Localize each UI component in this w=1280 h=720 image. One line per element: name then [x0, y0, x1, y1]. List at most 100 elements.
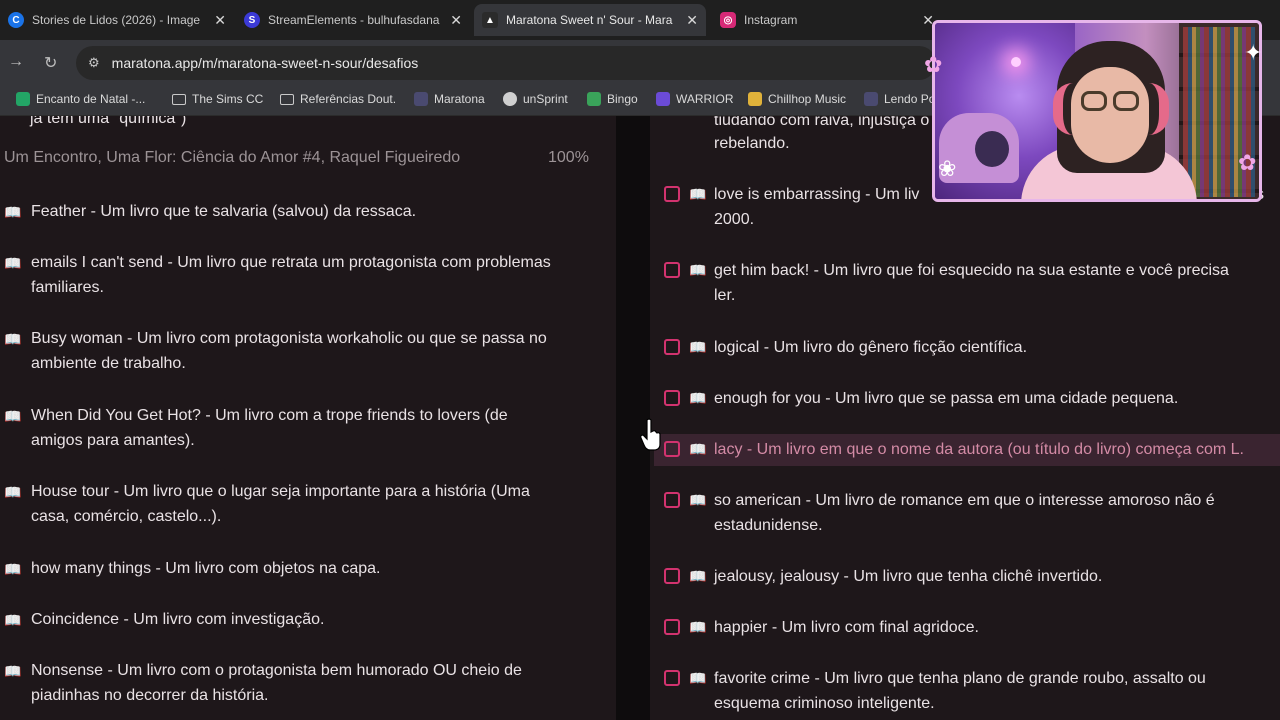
bookmark-label: Referências Dout. [300, 92, 397, 106]
bookmark-encanto[interactable]: Encanto de Natal -... [16, 92, 145, 106]
bookmark-lendo[interactable]: Lendo Po [864, 92, 935, 106]
bookmark-chillhop[interactable]: Chillhop Music [748, 92, 846, 106]
challenge-text: estadunidense. [714, 517, 823, 534]
tab-title: Maratona Sweet n' Sour - Mara [506, 13, 673, 27]
bookmark-label: The Sims CC [192, 92, 264, 106]
tab-instagram[interactable]: ◎ Instagram ✕ [712, 4, 942, 36]
challenge-text: familiares. [31, 279, 104, 296]
bookmark-folder-sims[interactable]: The Sims CC [172, 92, 263, 106]
address-bar[interactable]: ⚙ maratona.app/m/maratona-sweet-n-sour/d… [76, 46, 936, 80]
book-icon: 📖 [4, 331, 22, 347]
book-icon: 📖 [4, 561, 22, 577]
close-icon[interactable]: ✕ [450, 12, 462, 29]
challenge-text: logical - Um livro do gênero ficção cien… [714, 339, 1028, 356]
close-icon[interactable]: ✕ [686, 12, 698, 29]
book-icon: 📖 [689, 670, 707, 686]
book-icon: 📖 [689, 492, 707, 508]
lamp-light [1011, 57, 1021, 67]
challenge-checkbox[interactable] [664, 339, 680, 355]
challenge-item[interactable]: 📖 how many things - Um livro com objetos… [4, 556, 604, 581]
challenge-text: how many things - Um livro com objetos n… [31, 560, 381, 577]
cut-off-text: rebelando. [714, 135, 790, 152]
challenge-text: 2000. [714, 211, 755, 228]
sheets-icon [16, 92, 30, 106]
challenge-item[interactable]: happier - Um livro com final agridoce. [714, 615, 1274, 640]
challenge-checkbox[interactable] [664, 670, 680, 686]
challenge-checkbox[interactable] [664, 186, 680, 202]
book-title[interactable]: Um Encontro, Uma Flor: Ciência do Amor #… [4, 149, 460, 167]
tab-title: StreamElements - bulhufasdana [268, 13, 440, 27]
challenge-text: Feather - Um livro que te salvaria (salv… [31, 203, 417, 220]
book-icon: 📖 [4, 408, 22, 424]
challenge-item[interactable]: so american - Um livro de romance em que… [714, 488, 1274, 538]
instagram-icon: ◎ [720, 12, 736, 28]
bookmark-warrior[interactable]: WARRIOR [656, 92, 734, 106]
challenge-text: Nonsense - Um livro com o protagonista b… [31, 662, 522, 679]
warrior-icon [656, 92, 670, 106]
book-icon: 📖 [689, 619, 707, 635]
sparkle-decoration-icon: ✦ [1244, 40, 1263, 65]
tab-streamelements[interactable]: S StreamElements - bulhufasdana ✕ [236, 4, 470, 36]
bookmark-folder-referencias[interactable]: Referências Dout. [280, 92, 396, 106]
bookmark-unsprint[interactable]: unSprint [503, 92, 568, 106]
book-icon: 📖 [689, 262, 707, 278]
challenge-item[interactable]: 📖 Coincidence - Um livro com investigaçã… [4, 607, 604, 632]
folder-icon [172, 93, 186, 105]
challenge-checkbox[interactable] [664, 619, 680, 635]
challenge-item[interactable]: 📖 Nonsense - Um livro com o protagonista… [4, 658, 604, 708]
flower-decoration-icon: ✿ [924, 52, 943, 77]
challenge-checkbox[interactable] [664, 441, 680, 457]
challenge-item[interactable]: favorite crime - Um livro que tenha plan… [714, 666, 1274, 716]
book-icon: 📖 [4, 663, 22, 679]
challenge-checkbox[interactable] [664, 492, 680, 508]
book-icon: 📖 [689, 568, 707, 584]
challenge-text: piadinhas no decorrer da história. [31, 687, 269, 704]
reload-icon[interactable]: ↻ [44, 53, 57, 73]
challenge-text: Busy woman - Um livro com protagonista w… [31, 330, 547, 347]
tab-title: Stories de Lidos (2026) - Image [32, 13, 201, 27]
challenge-text: happier - Um livro com final agridoce. [714, 619, 979, 636]
challenge-text: love is embarrassing - Um liv [714, 186, 920, 203]
bingo-icon [587, 92, 601, 106]
challenge-text: ler. [714, 287, 736, 304]
tab-stories[interactable]: C Stories de Lidos (2026) - Image ✕ [0, 4, 234, 36]
forward-icon[interactable]: → [8, 53, 24, 71]
bookmark-bingo[interactable]: Bingo [587, 92, 638, 106]
cut-off-text: já tem uma "química") [30, 116, 187, 127]
challenge-text: get him back! - Um livro que foi esqueci… [714, 262, 1229, 279]
book-progress: 100% [548, 149, 589, 166]
close-icon[interactable]: ✕ [214, 12, 226, 29]
tab-maratona[interactable]: ▲ Maratona Sweet n' Sour - Mara ✕ [474, 4, 706, 36]
challenge-item[interactable]: lacy - Um livro em que o nome da autora … [714, 437, 1280, 462]
bookmark-maratona[interactable]: Maratona [414, 92, 485, 106]
bookmark-label: Chillhop Music [768, 92, 847, 106]
book-icon: 📖 [4, 484, 22, 500]
challenge-text: jealousy, jealousy - Um livro que tenha … [714, 568, 1103, 585]
challenge-item[interactable]: enough for you - Um livro que se passa e… [714, 386, 1274, 411]
challenge-item[interactable]: 📖 House tour - Um livro que o lugar seja… [4, 479, 604, 529]
challenge-text: amigos para amantes). [31, 432, 195, 449]
challenge-item[interactable]: jealousy, jealousy - Um livro que tenha … [714, 564, 1274, 589]
challenge-text: emails I can't send - Um livro que retra… [31, 254, 551, 271]
bookmark-label: WARRIOR [676, 92, 734, 106]
bookmark-label: Lendo Po [884, 92, 936, 106]
webcam-overlay [932, 20, 1262, 202]
canva-icon: C [8, 12, 24, 28]
chillhop-icon [748, 92, 762, 106]
challenge-text: enough for you - Um livro que se passa e… [714, 390, 1179, 407]
challenge-item[interactable]: 📖 emails I can't send - Um livro que ret… [4, 250, 604, 300]
challenge-item[interactable]: get him back! - Um livro que foi esqueci… [714, 258, 1274, 308]
challenge-text: ambiente de trabalho. [31, 355, 186, 372]
challenge-item[interactable]: 📖 When Did You Get Hot? - Um livro com a… [4, 403, 604, 453]
site-settings-icon[interactable]: ⚙ [88, 55, 100, 71]
book-icon: 📖 [689, 441, 707, 457]
challenge-item[interactable]: logical - Um livro do gênero ficção cien… [714, 335, 1274, 360]
challenge-item[interactable]: 📖 Feather - Um livro que te salvaria (sa… [4, 199, 604, 224]
maratona-icon: ▲ [482, 12, 498, 28]
challenge-checkbox[interactable] [664, 568, 680, 584]
bookmark-label: Maratona [434, 92, 485, 106]
challenge-item[interactable]: 📖 Busy woman - Um livro com protagonista… [4, 326, 604, 376]
challenge-text: casa, comércio, castelo...). [31, 508, 222, 525]
challenge-checkbox[interactable] [664, 390, 680, 406]
challenge-checkbox[interactable] [664, 262, 680, 278]
